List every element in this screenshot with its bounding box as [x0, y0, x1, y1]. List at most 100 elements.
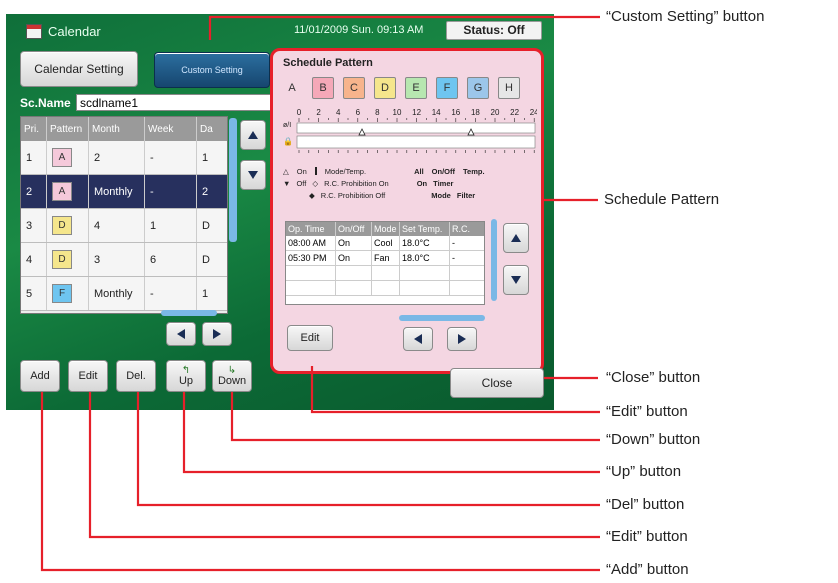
hour-label: 2: [316, 108, 321, 117]
op-scroll-down-button[interactable]: [503, 265, 529, 295]
op-hscrollbar[interactable]: [399, 315, 485, 321]
lock-track[interactable]: [296, 135, 536, 149]
pattern-cell: A: [47, 141, 89, 174]
calendar-icon: [26, 24, 42, 39]
calendar-screen: Calendar 11/01/2009 Sun. 09:13 AM Status…: [6, 14, 554, 410]
op-cell-time: 05:30 PM: [286, 251, 336, 265]
pattern-tab-a[interactable]: A: [281, 77, 303, 99]
cell-day: D: [202, 219, 210, 232]
col-pri: Pri.: [21, 117, 47, 141]
hour-label: 0: [297, 108, 302, 117]
op-col-temp: Set Temp.: [400, 222, 450, 236]
scroll-up-button[interactable]: [240, 120, 266, 150]
legend-off-icon: ▼: [283, 178, 291, 188]
arrow-down-icon: [511, 276, 521, 284]
cell-week: -: [145, 175, 197, 208]
hour-label: 16: [451, 108, 460, 117]
pattern-badge: F: [52, 284, 72, 303]
table-row[interactable]: 4D36D: [21, 243, 227, 277]
operation-table-header: Op. Time On/Off Mode Set Temp. R.C.: [286, 222, 484, 236]
edit-button[interactable]: Edit: [68, 360, 108, 392]
table-row[interactable]: 08:00 AM On Cool 18.0°C -: [286, 236, 484, 251]
op-scroll-up-button[interactable]: [503, 223, 529, 253]
arrow-left-icon: [177, 329, 185, 339]
arrow-down-icon: [248, 171, 258, 179]
schedule-pattern-title: Schedule Pattern: [283, 57, 373, 69]
callout-edit-right: “Edit” button: [606, 403, 688, 420]
op-scrollbar[interactable]: [491, 219, 497, 301]
op-cell-temp: 18.0°C: [400, 236, 450, 250]
callout-custom-setting: “Custom Setting” button: [606, 8, 765, 25]
timeline-ruler: 024681012141618202224 ø/I 🔒: [283, 108, 537, 153]
cell-month: 4: [89, 209, 145, 242]
up-button[interactable]: ↰ Up: [166, 360, 206, 392]
onoff-track[interactable]: [296, 122, 536, 134]
calendar-setting-button[interactable]: Calendar Setting: [20, 51, 138, 87]
pattern-tab-c[interactable]: C: [343, 77, 365, 99]
pattern-badge: A: [52, 148, 72, 167]
hour-label: 20: [491, 108, 500, 117]
legend-off: Off: [296, 178, 307, 188]
table-row[interactable]: [286, 266, 484, 281]
callout-add: “Add” button: [606, 561, 689, 578]
op-scroll-right-button[interactable]: [447, 327, 477, 351]
op-cell-onoff: On: [336, 236, 372, 250]
table-row[interactable]: 3D41D: [21, 209, 227, 243]
pattern-tab-g[interactable]: G: [467, 77, 489, 99]
cell-pri: 5: [21, 277, 47, 310]
cell-day: 2: [202, 185, 209, 198]
legend-rc-on: R.C. Prohibition On: [324, 178, 389, 188]
pattern-cell: A: [47, 175, 89, 208]
add-button[interactable]: Add: [20, 360, 60, 392]
cell-pri: 4: [21, 243, 47, 276]
scroll-down-button[interactable]: [240, 160, 266, 190]
pattern-cell: D: [47, 243, 89, 276]
schedule-table: Pri. Pattern Month Week Da 1 A 2-1 2 A Monthl…: [20, 116, 228, 314]
op-cell-onoff: On: [336, 251, 372, 265]
schedule-pattern-panel: Schedule Pattern ABCDEFGH 0 2 4 6 8 10 12 14 16 1…: [270, 48, 544, 374]
cell-pri: 2: [21, 175, 47, 208]
col-month: Month: [89, 117, 145, 141]
pattern-tab-f[interactable]: F: [436, 77, 458, 99]
cell-pri: 1: [21, 141, 47, 174]
close-button[interactable]: Close: [450, 368, 544, 398]
pattern-tab-e[interactable]: E: [405, 77, 427, 99]
up-label: Up: [178, 375, 194, 387]
pattern-tab-b[interactable]: B: [312, 77, 334, 99]
custom-setting-button[interactable]: Custom Setting: [154, 52, 270, 88]
table-row[interactable]: [286, 281, 484, 296]
op-col-mode: Mode: [372, 222, 400, 236]
scname-field[interactable]: scdlname1: [76, 94, 272, 111]
table-row[interactable]: 5 F Monthly -1: [21, 277, 227, 311]
hour-label: 10: [393, 108, 402, 117]
table-scrollbar[interactable]: [229, 118, 237, 242]
cell-month: 3: [89, 243, 145, 276]
pattern-cell: F: [47, 277, 89, 310]
hour-label: 14: [432, 108, 441, 117]
table-row[interactable]: 05:30 PM On Fan 18.0°C -: [286, 251, 484, 266]
status-badge: Status: Off: [446, 21, 542, 40]
scroll-right-button[interactable]: [202, 322, 232, 346]
arrow-up-icon: [511, 234, 521, 242]
table-hscrollbar[interactable]: [161, 310, 217, 316]
pattern-tab-d[interactable]: D: [374, 77, 396, 99]
cell-month: 2: [89, 141, 145, 174]
cell-week: -: [145, 277, 197, 310]
pattern-tab-h[interactable]: H: [498, 77, 520, 99]
pattern-badge: A: [52, 182, 72, 201]
scroll-left-button[interactable]: [166, 322, 196, 346]
cell-day: D: [202, 253, 210, 266]
arrow-up-icon: [248, 131, 258, 139]
callout-schedule-pattern: Schedule Pattern: [604, 191, 720, 208]
pattern-edit-button[interactable]: Edit: [287, 325, 333, 351]
pattern-cell: D: [47, 209, 89, 242]
cell-week: 6: [145, 243, 197, 276]
down-button[interactable]: ↳ Down: [212, 360, 252, 392]
delete-button[interactable]: Del.: [116, 360, 156, 392]
arrow-right-icon: [458, 334, 466, 344]
table-row[interactable]: 1A2-1: [21, 141, 227, 175]
table-row[interactable]: 2 A Monthly -2: [21, 175, 227, 209]
op-col-onoff: On/Off: [336, 222, 372, 236]
op-scroll-left-button[interactable]: [403, 327, 433, 351]
col-pattern: Pattern: [47, 117, 89, 141]
